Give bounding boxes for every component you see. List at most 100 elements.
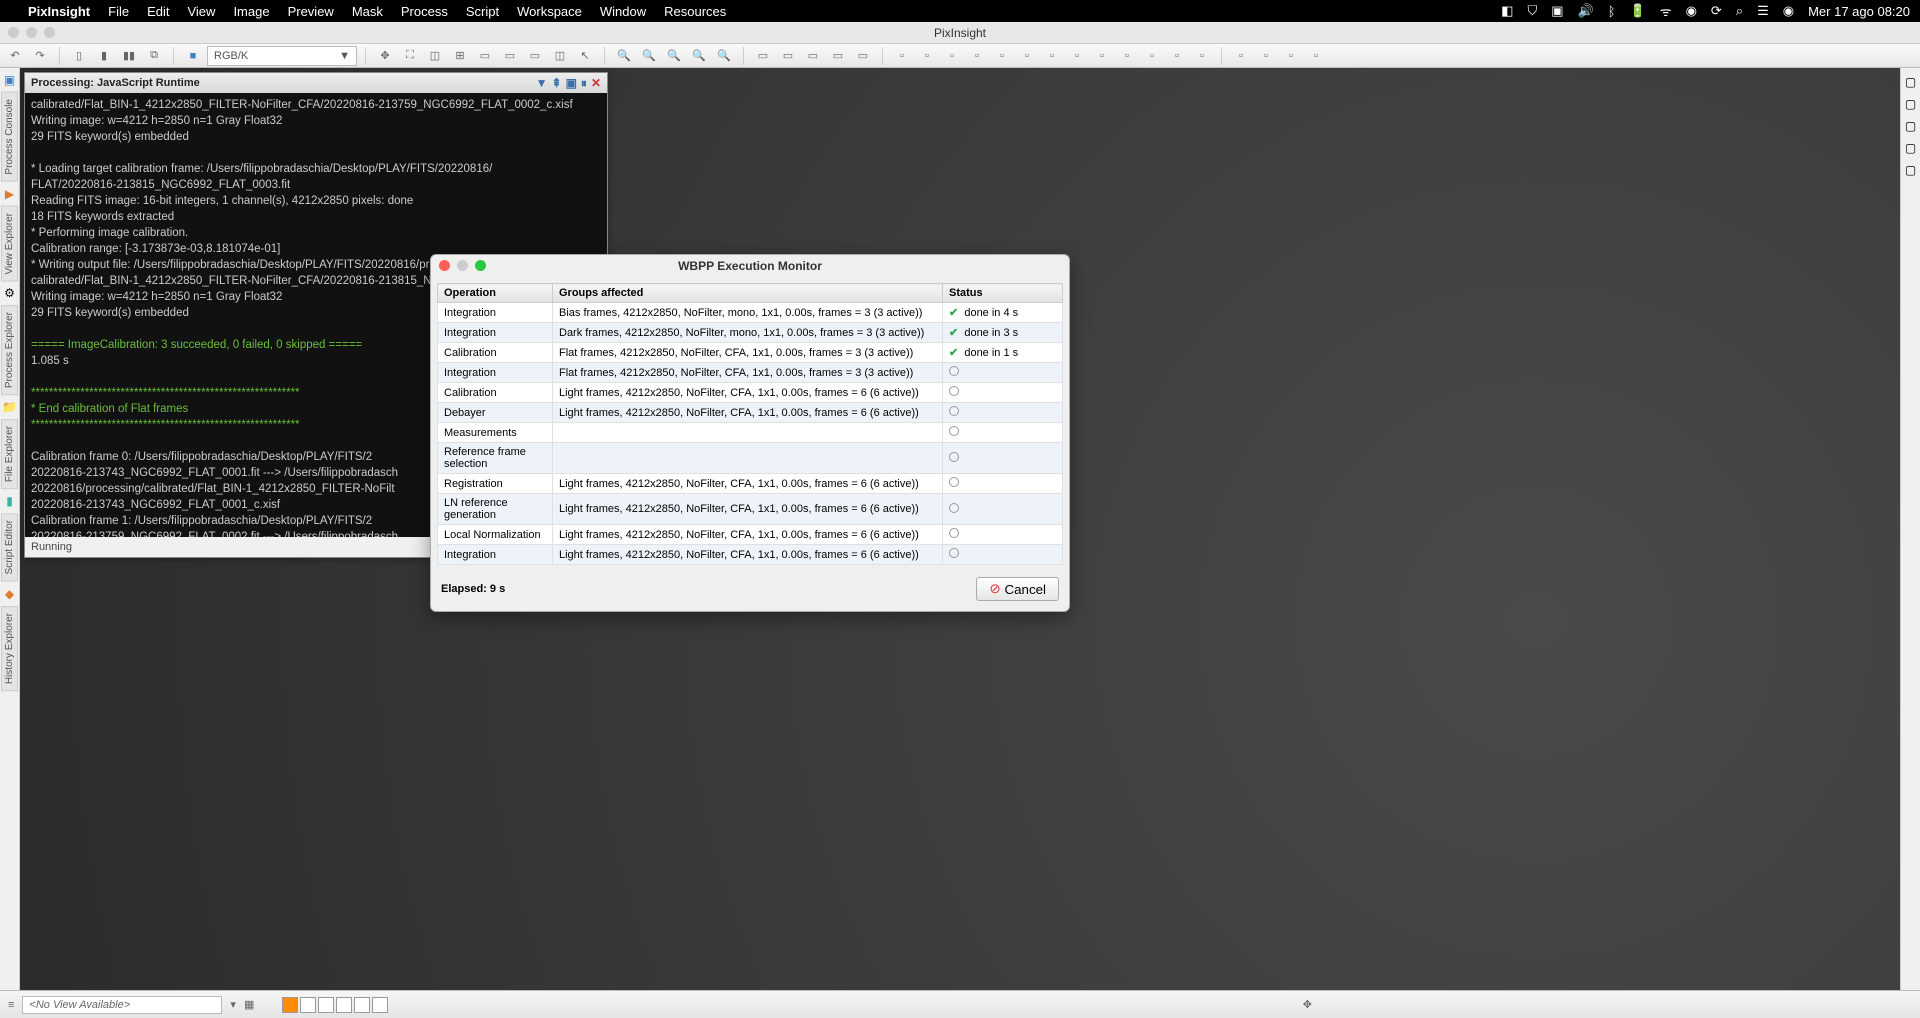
- siri-icon[interactable]: ◉: [1783, 3, 1794, 19]
- sidetab-process-console[interactable]: Process Console: [1, 92, 18, 182]
- undo-icon[interactable]: ↶: [4, 46, 26, 66]
- close-icon[interactable]: [439, 260, 450, 271]
- sidetab-view-explorer[interactable]: View Explorer: [1, 206, 18, 282]
- redo-icon[interactable]: ↷: [29, 46, 51, 66]
- layout-icon[interactable]: ▭: [802, 46, 824, 66]
- swatch[interactable]: [354, 997, 370, 1013]
- process-icon[interactable]: ▫: [1166, 46, 1188, 66]
- channel-combo[interactable]: RGB/K▼: [207, 46, 357, 66]
- clock[interactable]: Mer 17 ago 08:20: [1808, 4, 1910, 19]
- saveall-icon[interactable]: ▮▮: [118, 46, 140, 66]
- minimize-icon[interactable]: [457, 260, 468, 271]
- menu-workspace[interactable]: Workspace: [517, 4, 582, 19]
- menu-icon[interactable]: ≡: [8, 999, 14, 1011]
- extra-icon[interactable]: ▫: [1255, 46, 1277, 66]
- zoom-out-icon[interactable]: 🔍: [638, 46, 660, 66]
- pause-icon[interactable]: ⏸: [581, 76, 587, 91]
- bluetooth-icon[interactable]: ᛒ: [1608, 4, 1616, 19]
- copy-icon[interactable]: ⧉: [143, 46, 165, 66]
- save-icon[interactable]: ▮: [93, 46, 115, 66]
- process-icon[interactable]: ▫: [916, 46, 938, 66]
- process-icon[interactable]: ▫: [941, 46, 963, 66]
- zoom-11-icon[interactable]: 🔍: [688, 46, 710, 66]
- tool-icon[interactable]: ⊞: [449, 46, 471, 66]
- zoom-icon[interactable]: [475, 260, 486, 271]
- layout-icon[interactable]: ▭: [827, 46, 849, 66]
- shield-icon[interactable]: ⛉: [1527, 3, 1537, 19]
- menu-resources[interactable]: Resources: [664, 4, 726, 19]
- menu-script[interactable]: Script: [466, 4, 499, 19]
- dropdown-icon[interactable]: ▾: [230, 998, 236, 1011]
- extra-icon[interactable]: ▫: [1305, 46, 1327, 66]
- console-header[interactable]: Processing: JavaScript Runtime ▼ ⇞ ▣ ⏸ ✕: [25, 73, 607, 93]
- extra-icon[interactable]: ▫: [1280, 46, 1302, 66]
- tool-icon[interactable]: ◫: [549, 46, 571, 66]
- right-side-icon[interactable]: ▢: [1903, 74, 1919, 90]
- menu-window[interactable]: Window: [600, 4, 646, 19]
- display-icon[interactable]: ▣: [1551, 3, 1563, 19]
- side-icon[interactable]: 📁: [2, 399, 18, 415]
- process-icon[interactable]: ▫: [891, 46, 913, 66]
- sidetab-file-explorer[interactable]: File Explorer: [1, 419, 18, 489]
- grid-icon[interactable]: ▦: [244, 998, 254, 1011]
- zoom-fit-icon[interactable]: 🔍: [663, 46, 685, 66]
- chevron-up-icon[interactable]: ⇞: [552, 76, 562, 91]
- layout-icon[interactable]: ▭: [852, 46, 874, 66]
- swatch[interactable]: [372, 997, 388, 1013]
- side-icon[interactable]: ⚙: [2, 285, 18, 301]
- sync-icon[interactable]: ◉: [1686, 3, 1697, 19]
- close-icon[interactable]: ✕: [591, 76, 601, 91]
- close-icon[interactable]: [8, 27, 19, 38]
- tool-icon[interactable]: ⛶: [399, 46, 421, 66]
- process-icon[interactable]: ▫: [1116, 46, 1138, 66]
- sidetab-history-explorer[interactable]: History Explorer: [1, 606, 18, 691]
- process-icon[interactable]: ▫: [1016, 46, 1038, 66]
- menu-preview[interactable]: Preview: [288, 4, 334, 19]
- swatch[interactable]: [318, 997, 334, 1013]
- square-icon[interactable]: ■: [182, 46, 204, 66]
- menu-image[interactable]: Image: [233, 4, 269, 19]
- cancel-button[interactable]: ⊘ Cancel: [976, 577, 1059, 601]
- square-icon[interactable]: ▣: [566, 76, 577, 91]
- menu-edit[interactable]: Edit: [147, 4, 169, 19]
- process-icon[interactable]: ▫: [966, 46, 988, 66]
- control-center-icon[interactable]: ☰: [1757, 3, 1769, 19]
- menu-view[interactable]: View: [187, 4, 215, 19]
- status-icon[interactable]: ◧: [1501, 3, 1513, 19]
- volume-icon[interactable]: 🔊: [1578, 3, 1594, 19]
- view-selector[interactable]: <No View Available>: [22, 996, 222, 1014]
- process-icon[interactable]: ▫: [1191, 46, 1213, 66]
- right-side-icon[interactable]: ▢: [1903, 162, 1919, 178]
- side-icon[interactable]: ◆: [2, 586, 18, 602]
- process-icon[interactable]: ▫: [1041, 46, 1063, 66]
- menu-process[interactable]: Process: [401, 4, 448, 19]
- process-icon[interactable]: ▫: [991, 46, 1013, 66]
- sidetab-script-editor[interactable]: Script Editor: [1, 513, 18, 581]
- pointer-icon[interactable]: ↖: [574, 46, 596, 66]
- sidetab-process-explorer[interactable]: Process Explorer: [1, 305, 18, 395]
- process-icon[interactable]: ▫: [1091, 46, 1113, 66]
- tool-icon[interactable]: ◫: [424, 46, 446, 66]
- side-icon[interactable]: ▣: [2, 72, 18, 88]
- process-icon[interactable]: ▫: [1141, 46, 1163, 66]
- refresh-icon[interactable]: ⟳: [1711, 3, 1722, 19]
- battery-icon[interactable]: 🔋: [1630, 3, 1646, 19]
- side-icon[interactable]: ▮: [2, 493, 18, 509]
- chevron-down-icon[interactable]: ▼: [536, 76, 548, 91]
- app-name[interactable]: PixInsight: [28, 4, 90, 19]
- tool-icon[interactable]: ▭: [524, 46, 546, 66]
- search-icon[interactable]: ⌕: [1736, 3, 1743, 19]
- swatch[interactable]: [336, 997, 352, 1013]
- zoom-in-icon[interactable]: 🔍: [613, 46, 635, 66]
- tool-icon[interactable]: ▭: [499, 46, 521, 66]
- resize-handle-icon[interactable]: ✥: [1303, 998, 1312, 1011]
- col-groups[interactable]: Groups affected: [553, 284, 943, 303]
- minimize-icon[interactable]: [26, 27, 37, 38]
- open-icon[interactable]: ▯: [68, 46, 90, 66]
- swatch[interactable]: [300, 997, 316, 1013]
- extra-icon[interactable]: ▫: [1230, 46, 1252, 66]
- col-operation[interactable]: Operation: [438, 284, 553, 303]
- zoom-icon[interactable]: [44, 27, 55, 38]
- tool-icon[interactable]: ✥: [374, 46, 396, 66]
- traffic-lights[interactable]: [8, 27, 55, 38]
